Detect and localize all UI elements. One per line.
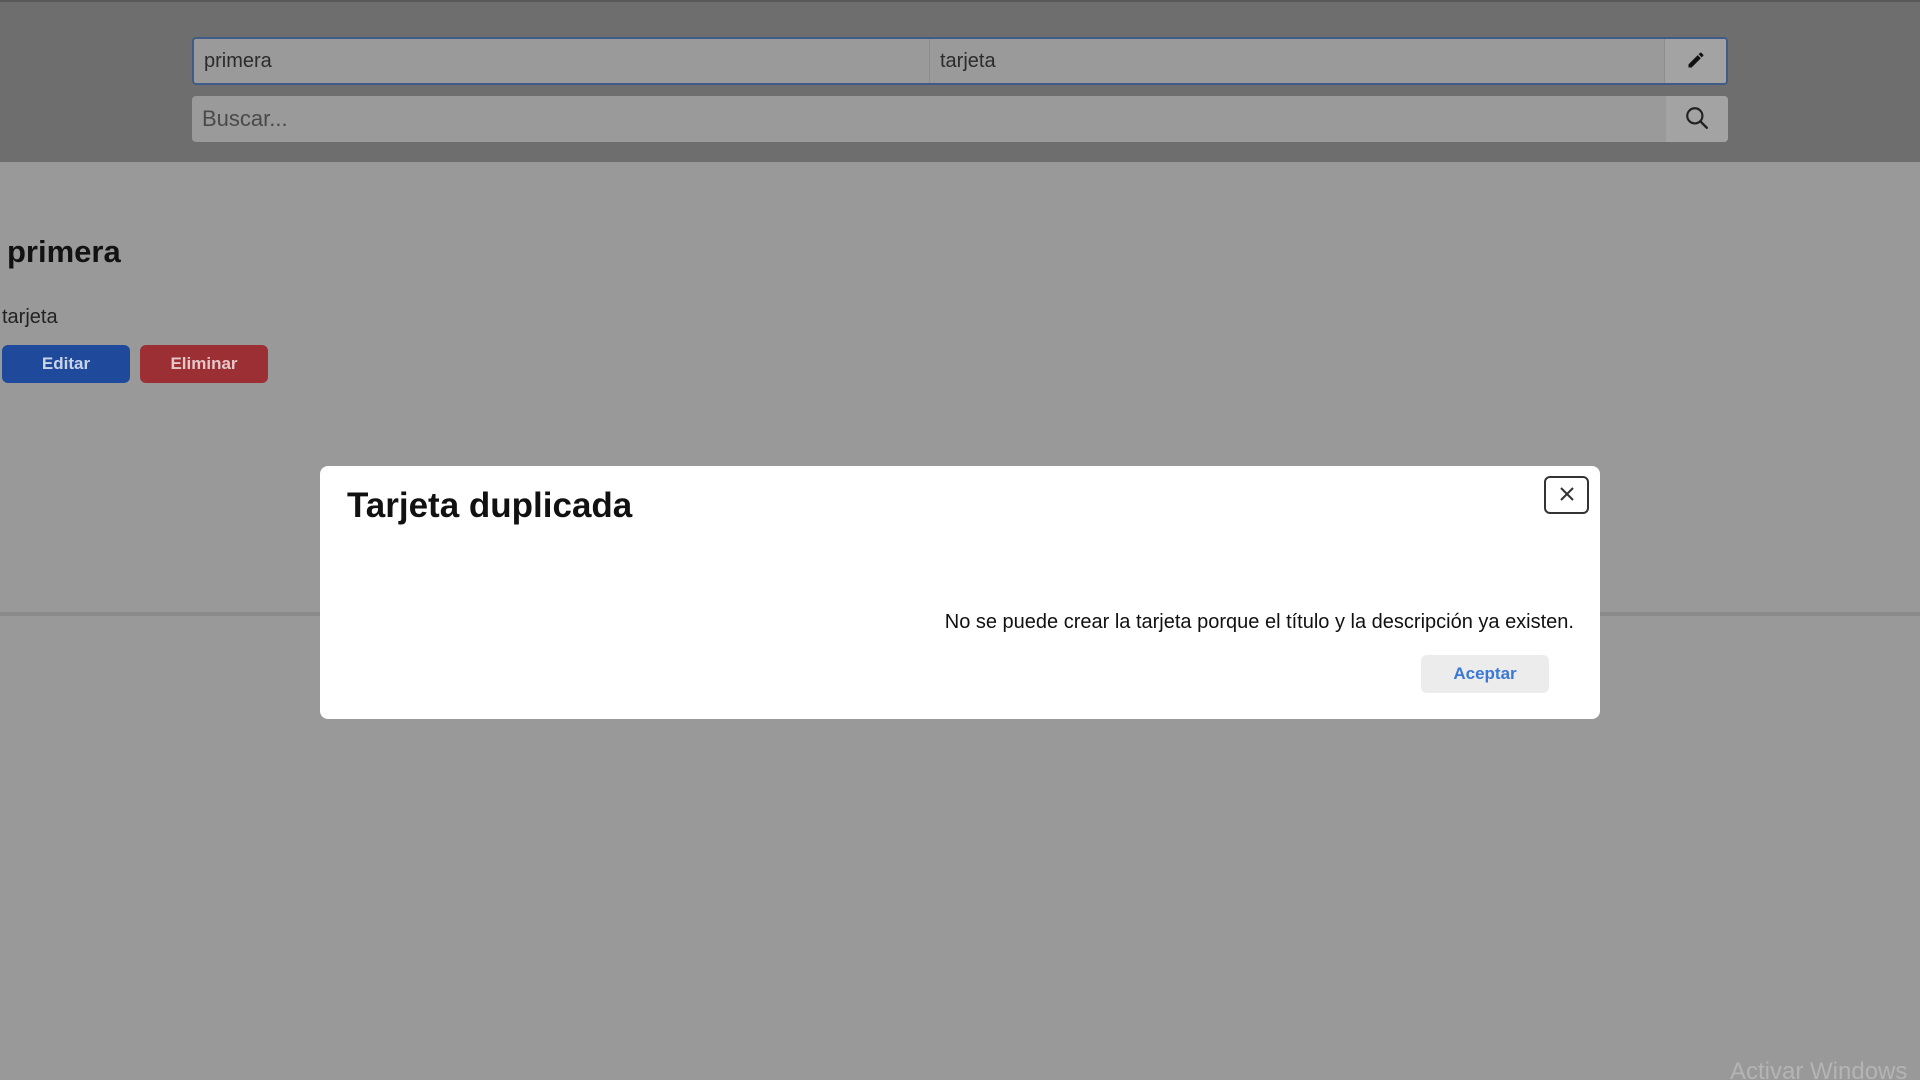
- windows-activation-watermark: Activar Windows: [1730, 1058, 1908, 1080]
- header: [0, 0, 1920, 162]
- card-entry-form: [192, 37, 1728, 85]
- card-description: tarjeta: [2, 306, 58, 328]
- page: primera tarjeta Editar Eliminar Tarjeta …: [0, 0, 1920, 1080]
- pencil-icon: [1686, 50, 1706, 73]
- duplicate-card-dialog: Tarjeta duplicada No se puede crear la t…: [320, 466, 1600, 719]
- search-button[interactable]: [1666, 96, 1728, 142]
- edit-button[interactable]: Editar: [2, 345, 130, 383]
- description-input[interactable]: [930, 39, 1664, 83]
- title-input[interactable]: [194, 39, 930, 83]
- dialog-title: Tarjeta duplicada: [347, 486, 633, 525]
- delete-button[interactable]: Eliminar: [140, 345, 268, 383]
- card-title: primera: [7, 234, 121, 269]
- search-bar: [192, 96, 1728, 142]
- close-icon: [1559, 486, 1575, 505]
- close-button[interactable]: [1544, 476, 1589, 514]
- search-icon: [1684, 105, 1710, 134]
- accept-button[interactable]: Aceptar: [1421, 655, 1549, 693]
- submit-edit-button[interactable]: [1664, 39, 1726, 83]
- dialog-message: No se puede crear la tarjeta porque el t…: [944, 611, 1574, 633]
- search-input[interactable]: [192, 96, 1666, 142]
